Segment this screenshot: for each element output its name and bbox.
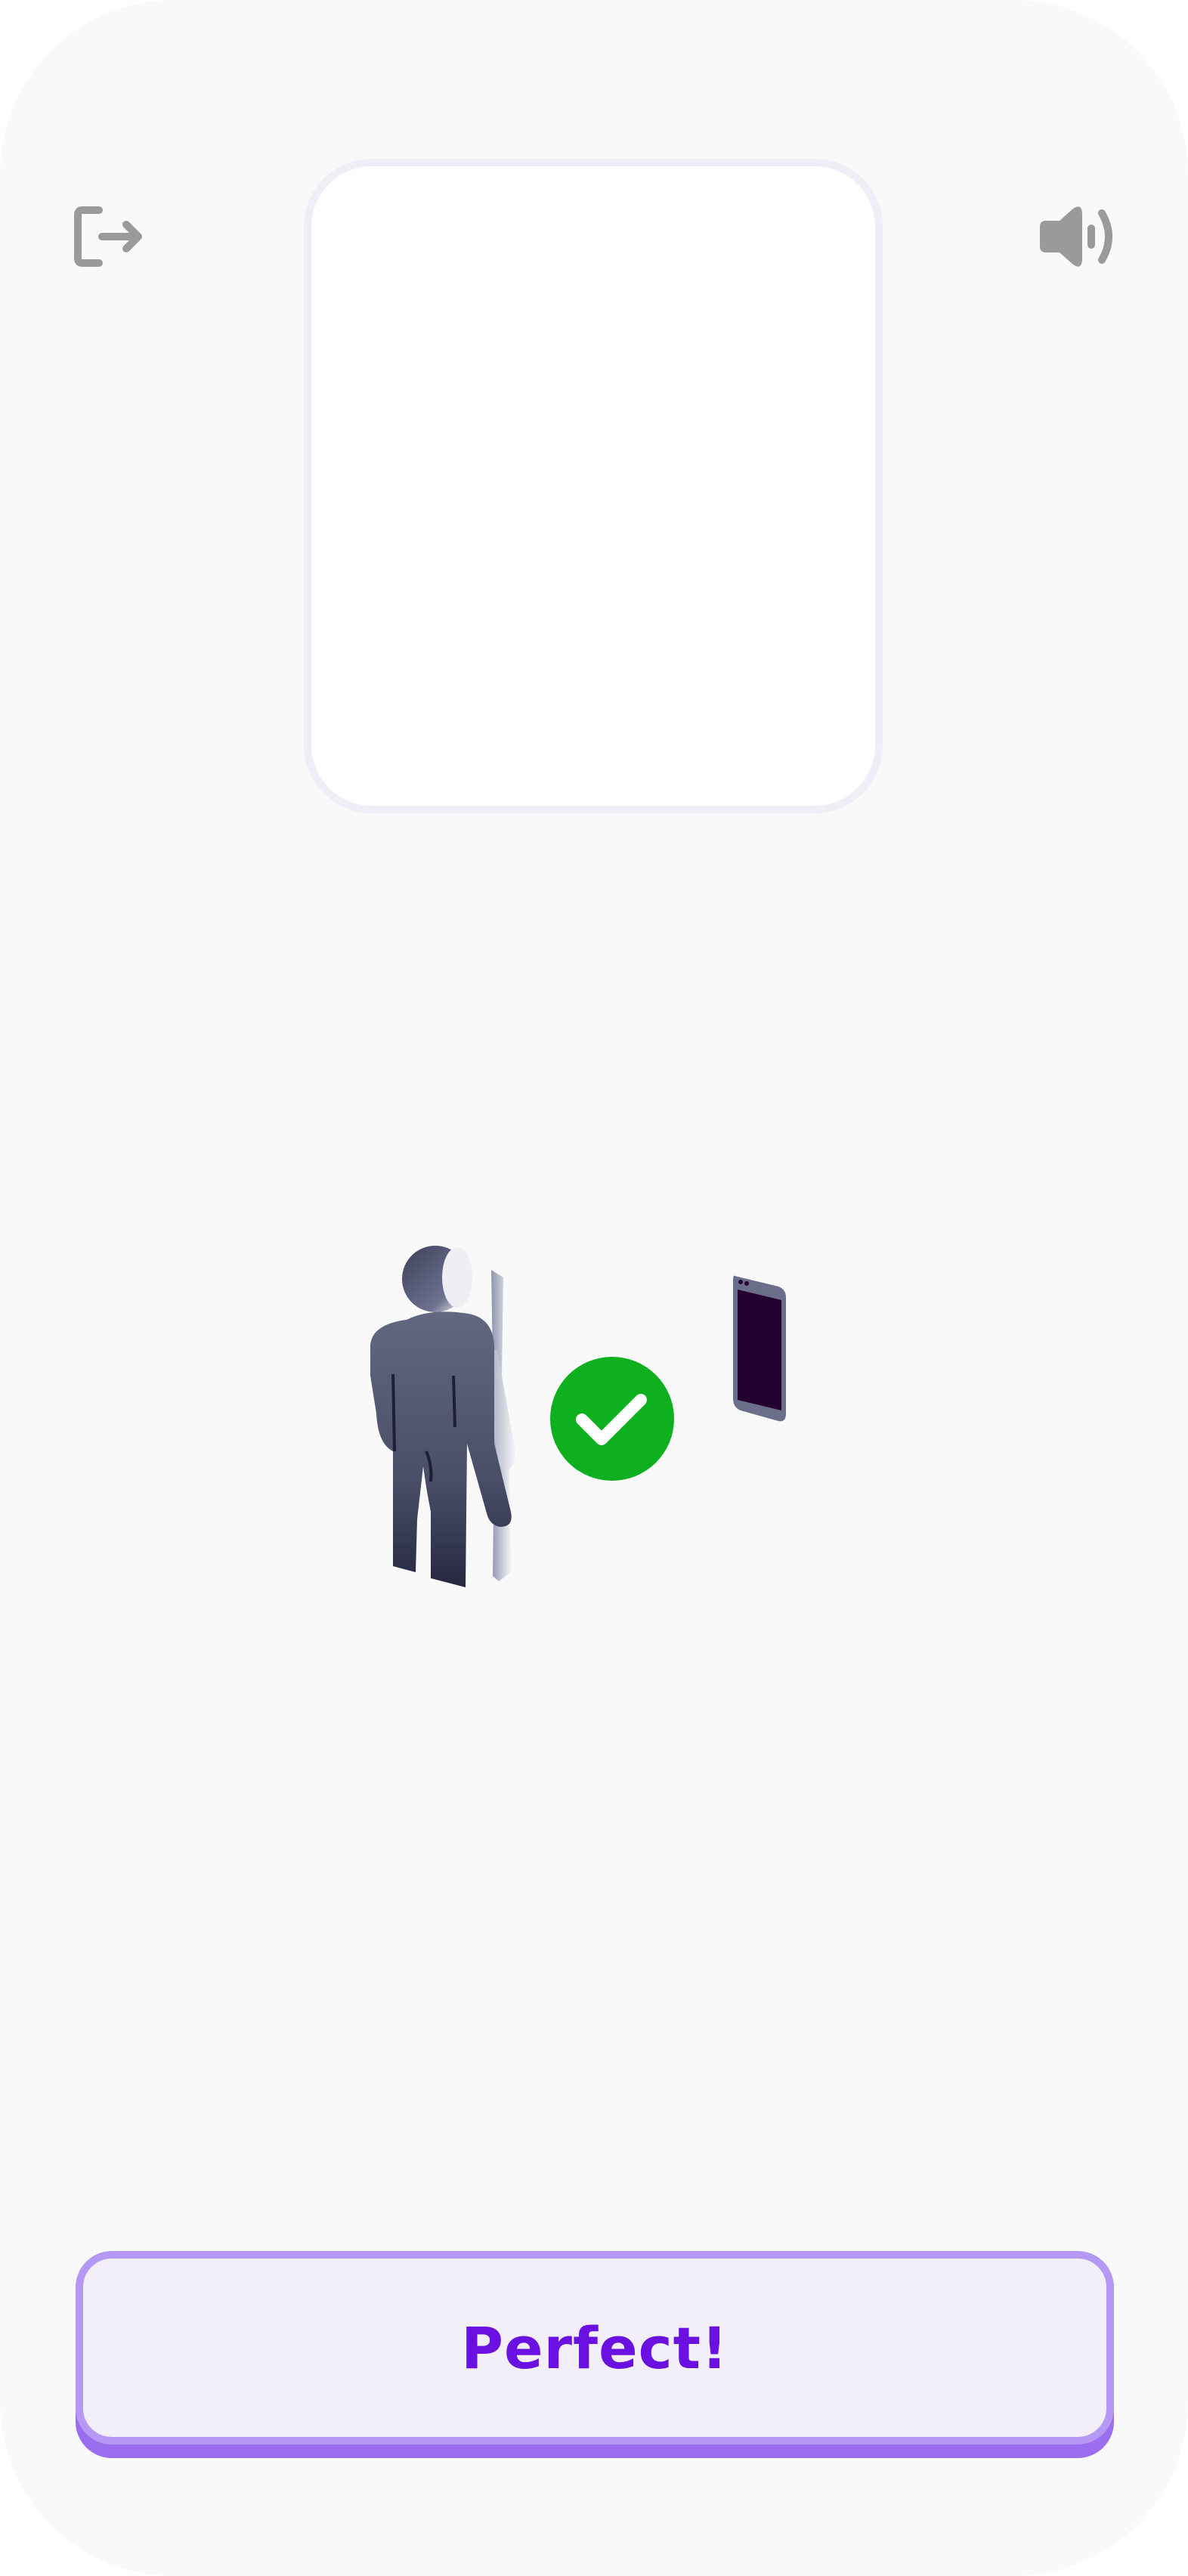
perfect-button-label: Perfect! (461, 2314, 729, 2382)
person-standing-icon (370, 1246, 515, 1587)
app-screen: Perfect! (0, 0, 1188, 2576)
perfect-button[interactable]: Perfect! (76, 2251, 1114, 2444)
checkmark-circle-icon (550, 1357, 674, 1481)
phone-icon (733, 1275, 786, 1422)
phone-placement-illustration (370, 1246, 786, 1587)
camera-preview-frame (304, 159, 883, 813)
speaker-volume-icon (1040, 206, 1112, 267)
exit-icon (74, 206, 142, 267)
sound-button[interactable] (1029, 191, 1120, 282)
exit-button[interactable] (63, 191, 154, 282)
